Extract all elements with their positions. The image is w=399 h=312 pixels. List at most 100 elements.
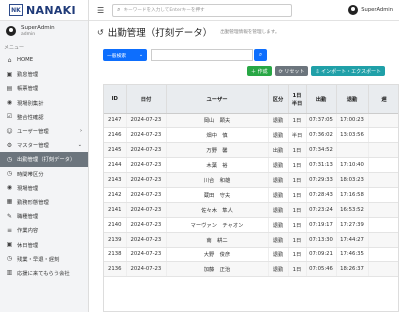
table-cell: 2024-07-23 [126, 202, 167, 218]
table-cell: 17:27:39 [336, 217, 369, 233]
table-cell: 17:00:23 [336, 113, 369, 129]
sidebar-item-label: 現場別集計 [17, 100, 44, 107]
sidebar-item-label: 勤務形態管理 [17, 199, 49, 206]
column-header[interactable]: ID [104, 85, 127, 114]
sidebar-item[interactable]: ▦ 勤務形態管理 [0, 195, 88, 209]
table-cell: 07:37:05 [306, 113, 337, 129]
table-cell: マーヴァン チャオン [166, 217, 269, 233]
sidebar-item[interactable]: ◉ 現場管理 [0, 181, 88, 195]
table-cell [368, 202, 398, 218]
page-header: ↺ 出勤管理（打刻データ） 出勤管理情報を管理します。 [89, 21, 399, 43]
sidebar-item[interactable]: ▤ 帳票管理 [0, 81, 88, 95]
column-header[interactable]: 出勤 [306, 85, 337, 114]
table-row[interactable]: 2136 2024-07-23 加藤 正治 退勤 1日 07:05:46 18:26:37 [104, 261, 398, 278]
table-cell: 退勤 [268, 217, 289, 233]
table-row[interactable]: 2139 2024-07-23 南 耕二 退勤 1日 07:13:30 17:44:27 [104, 232, 398, 248]
column-header[interactable]: 区分 [268, 85, 289, 114]
table-cell [368, 113, 398, 129]
table-cell: 1日 [288, 113, 307, 129]
avatar [6, 26, 16, 36]
create-button[interactable]: ＋ 作成 [246, 66, 272, 76]
table-cell: 07:29:33 [306, 172, 337, 188]
table-cell: 07:34:52 [306, 142, 337, 159]
search-input[interactable]: ⌕ キーワードを入力してEnterキーを押す [112, 3, 293, 17]
topbar-user[interactable]: SuperAdmin [348, 5, 393, 15]
logo[interactable]: NK NANAKI [0, 0, 88, 21]
sidebar-item-label: 整合性確認 [17, 114, 44, 121]
table-row[interactable]: 2138 2024-07-23 大野 俊彦 退勤 1日 07:09:21 17:46:35 [104, 247, 398, 263]
table-cell: 1日 [288, 187, 307, 203]
sidebar-item[interactable]: ✎ 職種管理 [0, 209, 88, 223]
table-row[interactable]: 2146 2024-07-23 畑中 慎退勤 半日 07:36:02 13:03:56 [104, 127, 398, 144]
table-cell: 2138 [104, 247, 127, 263]
table-cell [368, 157, 398, 174]
sidebar-item[interactable]: ⌂ HOME [0, 53, 88, 67]
table-cell: 川合 和雄 [166, 172, 269, 188]
table-cell: 2024-07-23 [126, 247, 167, 263]
table-row[interactable]: 2147 2024-07-23 岡山 顕夫 退勤 1日 07:37:05 17:00:23 [104, 113, 398, 129]
table-row[interactable]: 2144 2024-07-23 木葉 裕退勤 1日 07:31:13 17:10:40 [104, 157, 398, 174]
sidebar-item[interactable]: ◉ 現場別集計 [0, 96, 88, 110]
sidebar-item[interactable]: ▥ 応援に来てもらう会社 [0, 266, 88, 280]
table-cell [368, 187, 398, 203]
sidebar-item-label: 現場管理 [17, 185, 39, 192]
action-buttons: ＋ 作成 ⟳ リセット ⇩ インポート・エクスポート [89, 66, 399, 76]
table-cell: 2024-07-23 [126, 142, 167, 159]
sidebar-item[interactable]: ☺ ユーザー管理 › [0, 124, 88, 138]
sidebar-item[interactable]: ◷ 残業・早退・遅刻 [0, 252, 88, 266]
table-cell: 2024-07-23 [126, 157, 167, 174]
column-header[interactable]: ユーザー [166, 85, 269, 114]
sidebar-item[interactable]: ⚙ マスター管理 ⌄ [0, 138, 88, 152]
table-row[interactable]: 2140 2024-07-23 マーヴァン チャオン 退勤 1日 07:19:17 17:2… [104, 217, 398, 233]
search-icon: ⌕ [258, 51, 263, 58]
table-row[interactable]: 2142 2024-07-23 蔵田 守夫 退勤 1日 07:28:43 17:16:58 [104, 187, 398, 203]
table-cell: 退勤 [268, 113, 289, 129]
reset-button[interactable]: ⟳ リセット [274, 66, 309, 76]
filter-search-button[interactable]: ⌕ [254, 49, 267, 61]
sidebar-item[interactable]: ◷ 時間帯区分 [0, 167, 88, 181]
table-cell: 07:28:43 [306, 187, 337, 203]
import-export-button[interactable]: ⇩ インポート・エクスポート [311, 66, 385, 76]
table-cell: 退勤 [268, 157, 289, 174]
sidebar-item[interactable]: ≡ 作業内容 [0, 223, 88, 237]
sidebar-item-label: 勤怠管理 [17, 72, 39, 79]
filter-input[interactable] [151, 49, 253, 61]
location-icon: ◉ [6, 184, 13, 192]
gear-icon: ⚙ [6, 141, 13, 149]
clock-icon: ◷ [6, 170, 13, 178]
column-header[interactable]: 日付 [126, 85, 167, 114]
table-cell: 07:13:30 [306, 232, 337, 248]
table-cell: 退勤 [268, 232, 289, 248]
table-cell: 17:44:27 [336, 232, 369, 248]
table-row[interactable]: 2145 2024-07-23 万野 馨出勤 1日 07:34:52 [104, 142, 398, 159]
table-cell: 2024-07-23 [126, 172, 167, 188]
column-header[interactable]: 遅 [368, 85, 398, 114]
table-cell: 2143 [104, 172, 127, 188]
column-header[interactable]: 1日 半日 [288, 85, 307, 114]
table-row[interactable]: 2143 2024-07-23 川合 和雄 退勤 1日 07:29:33 18:03:23 [104, 172, 398, 188]
sidebar-item-label: 帳票管理 [17, 86, 39, 93]
sidebar-item[interactable]: ▣ 勤怠管理 [0, 67, 88, 81]
table-row[interactable]: 2141 2024-07-23 佐々木 隼人 退勤 1日 07:23:24 16:53:52 [104, 202, 398, 218]
table-cell: 退勤 [268, 127, 289, 144]
menu-toggle-icon[interactable]: ☰ [97, 6, 104, 15]
sidebar-item[interactable]: ☑ 整合性確認 [0, 110, 88, 124]
calendar-icon: ▣ [6, 241, 13, 249]
search-type-select[interactable]: 一般検索 ⌄ [103, 49, 147, 61]
sidebar-user[interactable]: SuperAdmin admin [0, 21, 88, 41]
table-cell [368, 217, 398, 233]
table-cell: 佐々木 隼人 [166, 202, 269, 218]
logo-mark: NK [9, 4, 23, 16]
sidebar-item-label: 出勤管理（打刻データ） [17, 157, 76, 164]
column-header[interactable]: 退勤 [336, 85, 369, 114]
table-cell: 大野 俊彦 [166, 247, 269, 263]
table-cell: 13:03:56 [336, 127, 369, 144]
sidebar-item[interactable]: ▣ 休日管理 [0, 237, 88, 251]
table-cell: 17:46:35 [336, 247, 369, 263]
table-cell: 07:05:46 [306, 261, 337, 278]
sidebar-item[interactable]: ◷ 出勤管理（打刻データ） [0, 152, 88, 167]
sidebar-item-label: 職種管理 [17, 214, 39, 221]
table-cell: 出勤 [268, 142, 289, 159]
table-cell: 07:36:02 [306, 127, 337, 144]
table-cell: 2136 [104, 261, 127, 278]
